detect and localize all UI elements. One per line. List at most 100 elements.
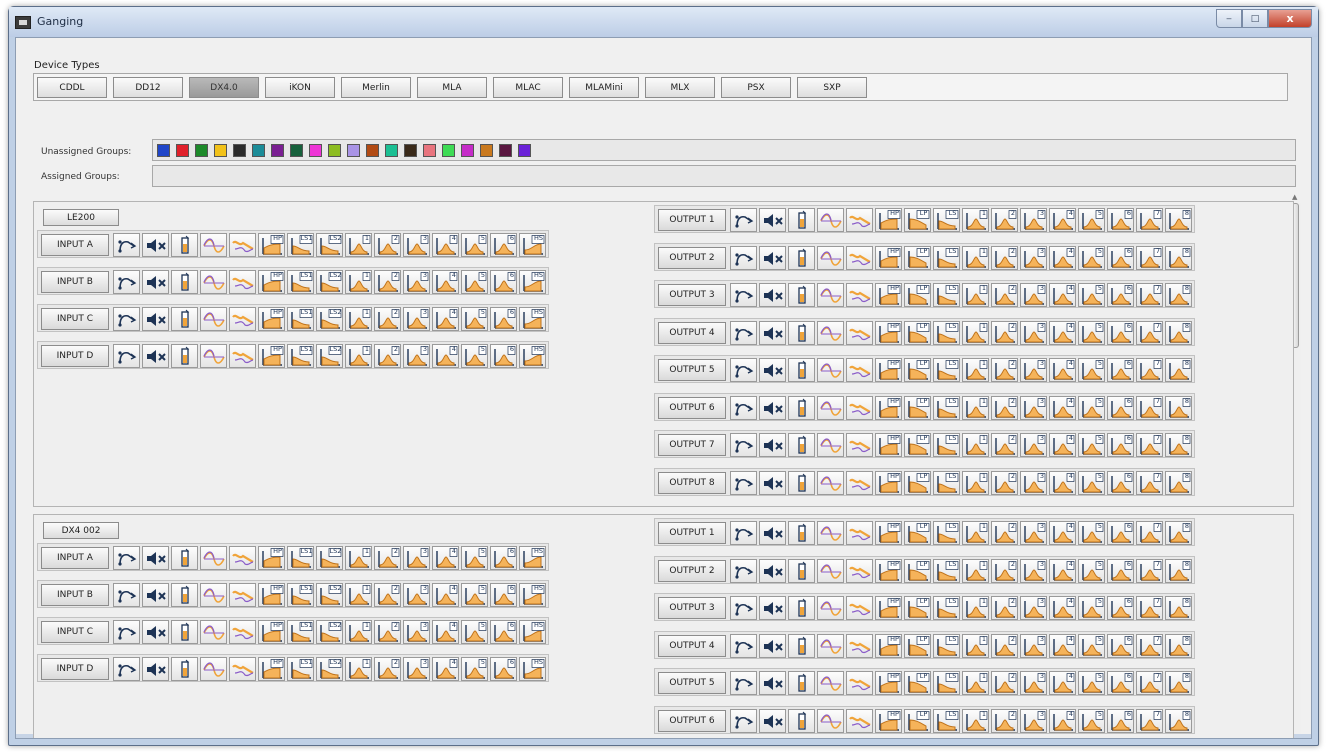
device-type-sxp[interactable]: SXP bbox=[797, 77, 867, 98]
mute-icon[interactable] bbox=[759, 521, 786, 545]
ls-filter-icon[interactable]: LS bbox=[933, 708, 960, 733]
peq6-icon[interactable]: 6 bbox=[1107, 433, 1134, 457]
peq7-icon[interactable]: 7 bbox=[1136, 558, 1163, 583]
peq7-icon[interactable]: 7 bbox=[1136, 208, 1163, 232]
delay-icon[interactable] bbox=[817, 596, 844, 620]
peq1-icon[interactable]: 1 bbox=[345, 583, 372, 607]
peq2-icon[interactable]: 2 bbox=[991, 245, 1018, 270]
allpass-icon[interactable] bbox=[229, 270, 256, 294]
delay-icon[interactable] bbox=[200, 233, 227, 257]
peq4-icon[interactable]: 4 bbox=[1049, 470, 1076, 495]
channel-button[interactable]: INPUT B bbox=[41, 584, 109, 606]
allpass-icon[interactable] bbox=[229, 344, 256, 368]
peq6-icon[interactable]: 6 bbox=[1107, 320, 1134, 345]
peq2-icon[interactable]: 2 bbox=[374, 307, 401, 331]
delay-icon[interactable] bbox=[817, 283, 844, 307]
peq8-icon[interactable]: 8 bbox=[1165, 395, 1192, 420]
lp-filter-icon[interactable]: LP bbox=[904, 283, 931, 307]
mute-icon[interactable] bbox=[759, 708, 786, 733]
mute-icon[interactable] bbox=[759, 633, 786, 658]
peq1-icon[interactable]: 1 bbox=[345, 344, 372, 368]
hp-filter-icon[interactable]: HP bbox=[875, 320, 902, 345]
device-type-merlin[interactable]: Merlin bbox=[341, 77, 411, 98]
peq8-icon[interactable]: 8 bbox=[1165, 358, 1192, 382]
hp-filter-icon[interactable]: HP bbox=[875, 596, 902, 620]
allpass-icon[interactable] bbox=[846, 521, 873, 545]
peq7-icon[interactable]: 7 bbox=[1136, 708, 1163, 733]
peq5-icon[interactable]: 5 bbox=[1078, 708, 1105, 733]
lp-filter-icon[interactable]: LP bbox=[904, 558, 931, 583]
peq4-icon[interactable]: 4 bbox=[432, 620, 459, 644]
hs-filter-icon[interactable]: HS bbox=[519, 233, 546, 257]
hp-filter-icon[interactable]: HP bbox=[258, 583, 285, 607]
polarity-icon[interactable] bbox=[730, 470, 757, 495]
lp-filter-icon[interactable]: LP bbox=[904, 521, 931, 545]
delay-icon[interactable] bbox=[817, 708, 844, 733]
peq1-icon[interactable]: 1 bbox=[345, 546, 372, 570]
polarity-icon[interactable] bbox=[730, 596, 757, 620]
lp-filter-icon[interactable]: LP bbox=[904, 671, 931, 695]
peq4-icon[interactable]: 4 bbox=[432, 546, 459, 570]
hp-filter-icon[interactable]: HP bbox=[875, 208, 902, 232]
peq7-icon[interactable]: 7 bbox=[1136, 521, 1163, 545]
polarity-icon[interactable] bbox=[113, 270, 140, 294]
peq6-icon[interactable]: 6 bbox=[1107, 558, 1134, 583]
peq4-icon[interactable]: 4 bbox=[432, 233, 459, 257]
device-type-mla[interactable]: MLA bbox=[417, 77, 487, 98]
peq2-icon[interactable]: 2 bbox=[991, 358, 1018, 382]
ls-filter-icon[interactable]: LS bbox=[933, 521, 960, 545]
hp-filter-icon[interactable]: HP bbox=[875, 708, 902, 733]
peq3-icon[interactable]: 3 bbox=[1020, 596, 1047, 620]
mute-icon[interactable] bbox=[759, 558, 786, 583]
gain-icon[interactable] bbox=[788, 395, 815, 420]
peq3-icon[interactable]: 3 bbox=[1020, 283, 1047, 307]
allpass-icon[interactable] bbox=[846, 671, 873, 695]
mute-icon[interactable] bbox=[142, 546, 169, 570]
polarity-icon[interactable] bbox=[730, 208, 757, 232]
peq5-icon[interactable]: 5 bbox=[461, 233, 488, 257]
peq1-icon[interactable]: 1 bbox=[962, 320, 989, 345]
hs-filter-icon[interactable]: HS bbox=[519, 307, 546, 331]
mute-icon[interactable] bbox=[142, 270, 169, 294]
group-swatch-9[interactable] bbox=[309, 144, 322, 157]
delay-icon[interactable] bbox=[200, 546, 227, 570]
mute-icon[interactable] bbox=[759, 320, 786, 345]
delay-icon[interactable] bbox=[817, 558, 844, 583]
peq5-icon[interactable]: 5 bbox=[1078, 470, 1105, 495]
peq1-icon[interactable]: 1 bbox=[962, 596, 989, 620]
delay-icon[interactable] bbox=[817, 245, 844, 270]
peq1-icon[interactable]: 1 bbox=[962, 671, 989, 695]
peq5-icon[interactable]: 5 bbox=[461, 620, 488, 644]
hp-filter-icon[interactable]: HP bbox=[258, 620, 285, 644]
polarity-icon[interactable] bbox=[730, 558, 757, 583]
assigned-groups-bar[interactable] bbox=[152, 165, 1296, 187]
device-type-mlx[interactable]: MLX bbox=[645, 77, 715, 98]
gain-icon[interactable] bbox=[171, 233, 198, 257]
ls1-filter-icon[interactable]: LS1 bbox=[287, 657, 314, 681]
peq3-icon[interactable]: 3 bbox=[403, 583, 430, 607]
peq6-icon[interactable]: 6 bbox=[490, 307, 517, 331]
peq7-icon[interactable]: 7 bbox=[1136, 283, 1163, 307]
peq7-icon[interactable]: 7 bbox=[1136, 395, 1163, 420]
peq5-icon[interactable]: 5 bbox=[1078, 671, 1105, 695]
peq5-icon[interactable]: 5 bbox=[1078, 633, 1105, 658]
peq3-icon[interactable]: 3 bbox=[1020, 671, 1047, 695]
peq5-icon[interactable]: 5 bbox=[1078, 208, 1105, 232]
group-swatch-13[interactable] bbox=[385, 144, 398, 157]
allpass-icon[interactable] bbox=[846, 633, 873, 658]
group-swatch-3[interactable] bbox=[195, 144, 208, 157]
gain-icon[interactable] bbox=[788, 433, 815, 457]
polarity-icon[interactable] bbox=[730, 521, 757, 545]
hp-filter-icon[interactable]: HP bbox=[875, 671, 902, 695]
gain-icon[interactable] bbox=[788, 521, 815, 545]
peq5-icon[interactable]: 5 bbox=[1078, 596, 1105, 620]
peq4-icon[interactable]: 4 bbox=[1049, 283, 1076, 307]
peq1-icon[interactable]: 1 bbox=[962, 433, 989, 457]
lp-filter-icon[interactable]: LP bbox=[904, 433, 931, 457]
peq6-icon[interactable]: 6 bbox=[490, 583, 517, 607]
peq8-icon[interactable]: 8 bbox=[1165, 470, 1192, 495]
peq8-icon[interactable]: 8 bbox=[1165, 633, 1192, 658]
delay-icon[interactable] bbox=[200, 307, 227, 331]
hp-filter-icon[interactable]: HP bbox=[875, 245, 902, 270]
hp-filter-icon[interactable]: HP bbox=[258, 657, 285, 681]
